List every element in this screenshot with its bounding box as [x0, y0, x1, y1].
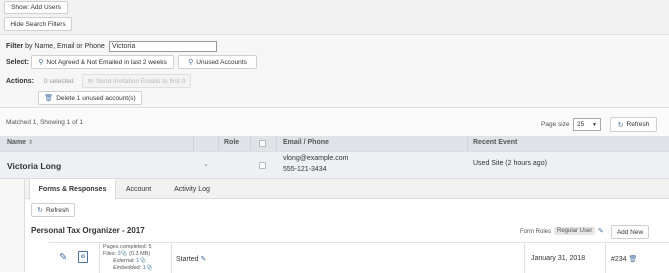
entry-date: January 31, 2018: [531, 255, 586, 262]
role-badge: Regular User: [554, 227, 596, 235]
pages-completed: Pages completed: 5: [103, 244, 152, 250]
sort-icon: ⇕: [28, 140, 34, 146]
refresh-forms-label: Refresh: [46, 206, 69, 214]
tab-account[interactable]: Account: [116, 179, 161, 199]
column-header-name[interactable]: Name ⇕: [7, 139, 33, 146]
unused-accounts-label: Unused Accounts: [196, 58, 247, 66]
filter-input[interactable]: Victoria: [109, 41, 217, 52]
external-files: External: 1📎: [113, 258, 147, 264]
select-all-checkbox[interactable]: [259, 140, 266, 147]
show-add-users-button[interactable]: Show: Add Users: [4, 1, 68, 14]
page-size-select[interactable]: 25 ▼: [573, 118, 601, 131]
recent-event: Used Site (2 hours ago): [473, 160, 547, 167]
column-header-recent-event: Recent Event: [473, 139, 518, 146]
form-title: Personal Tax Organizer - 2017: [31, 226, 145, 235]
pdf-icon[interactable]: ✪: [78, 251, 88, 263]
files-icon: 📎: [139, 258, 147, 264]
trash-icon: 🗑: [44, 95, 54, 102]
user-email: vlong@example.com: [283, 155, 349, 162]
entry-status: Started ✎: [176, 256, 207, 263]
not-agreed-filter-label: Not Agreed & Not Emailed in last 2 weeks: [46, 58, 167, 66]
refresh-icon: ↻: [37, 207, 44, 214]
trash-icon[interactable]: 🗑: [629, 256, 638, 263]
edit-icon[interactable]: ✎: [59, 252, 67, 263]
files-info: Files: 3📎 (0.3 MB): [103, 251, 151, 257]
email-icon: ✉: [87, 78, 94, 85]
column-header-role: Role: [224, 139, 240, 146]
column-header-email-phone: Email / Phone: [283, 139, 329, 146]
send-invitation-button[interactable]: ✉ Send Invitation Emails to first 0: [82, 74, 191, 88]
search-icon: ⚲: [188, 59, 194, 66]
unused-accounts-button[interactable]: ⚲ Unused Accounts: [178, 55, 257, 69]
not-agreed-filter-button[interactable]: ⚲ Not Agreed & Not Emailed in last 2 wee…: [31, 55, 174, 69]
matched-count: Matched 1, Showing 1 of 1: [6, 119, 83, 126]
delete-unused-accounts-button[interactable]: 🗑 Delete 1 unused account(s): [38, 91, 142, 105]
row-checkbox[interactable]: [259, 162, 266, 169]
actions-label: Actions:: [6, 78, 34, 85]
table-row[interactable]: Victoria Long ⌄ vlong@example.com 555-12…: [0, 151, 669, 179]
search-filters-panel: Filter by Name, Email or Phone Victoria …: [0, 34, 669, 108]
detail-tabs: Forms & Responses Account Activity Log: [25, 179, 669, 200]
add-new-button[interactable]: Add New: [611, 225, 649, 239]
refresh-results-label: Refresh: [626, 121, 650, 128]
files-icon: 📎: [120, 251, 128, 257]
delete-unused-label: Delete 1 unused account(s): [56, 94, 136, 102]
pencil-icon[interactable]: ✎: [201, 256, 207, 263]
user-detail-area: Forms & Responses Account Activity Log ↻…: [0, 179, 669, 273]
refresh-results-button[interactable]: ↻ Refresh: [610, 117, 657, 132]
user-phone: 555-121-3434: [283, 166, 327, 173]
entry-number: #234 🗑: [611, 256, 638, 263]
user-name[interactable]: Victoria Long: [7, 161, 61, 171]
embedded-files: Embedded: 1📎: [113, 265, 153, 271]
page-size-label: Page size: [541, 121, 570, 128]
results-bar: Matched 1, Showing 1 of 1 Page size 25 ▼…: [0, 110, 669, 136]
page-size-value: 25: [577, 121, 585, 128]
top-toolbar: Show: Add Users Hide Search Filters: [0, 0, 669, 34]
user-detail-panel: Forms & Responses Account Activity Log ↻…: [24, 179, 669, 273]
chevron-down-icon[interactable]: ⌄: [203, 160, 209, 168]
caret-down-icon: ▼: [592, 121, 597, 128]
pencil-icon[interactable]: ✎: [598, 227, 604, 235]
form-entry-row: ✎ ✪ Pages completed: 5 Files: 3📎 (0.3 MB…: [49, 242, 669, 273]
tab-activity-log[interactable]: Activity Log: [165, 179, 219, 199]
table-header: Name ⇕ Role Email / Phone Recent Event: [0, 136, 669, 151]
send-invitation-label: Send Invitation Emails to first 0: [96, 77, 186, 85]
filter-label: Filter by Name, Email or Phone: [6, 43, 105, 50]
form-roles-label: Form Roles: [520, 229, 552, 235]
select-label: Select:: [6, 59, 29, 66]
refresh-forms-button[interactable]: ↻ Refresh: [31, 203, 75, 217]
search-icon: ⚲: [38, 59, 44, 66]
refresh-icon: ↻: [617, 121, 624, 129]
tab-forms-responses[interactable]: Forms & Responses: [29, 179, 116, 200]
files-icon: 📎: [145, 265, 153, 271]
hide-search-filters-button[interactable]: Hide Search Filters: [4, 17, 72, 31]
selected-count: 0 selected: [44, 78, 74, 85]
